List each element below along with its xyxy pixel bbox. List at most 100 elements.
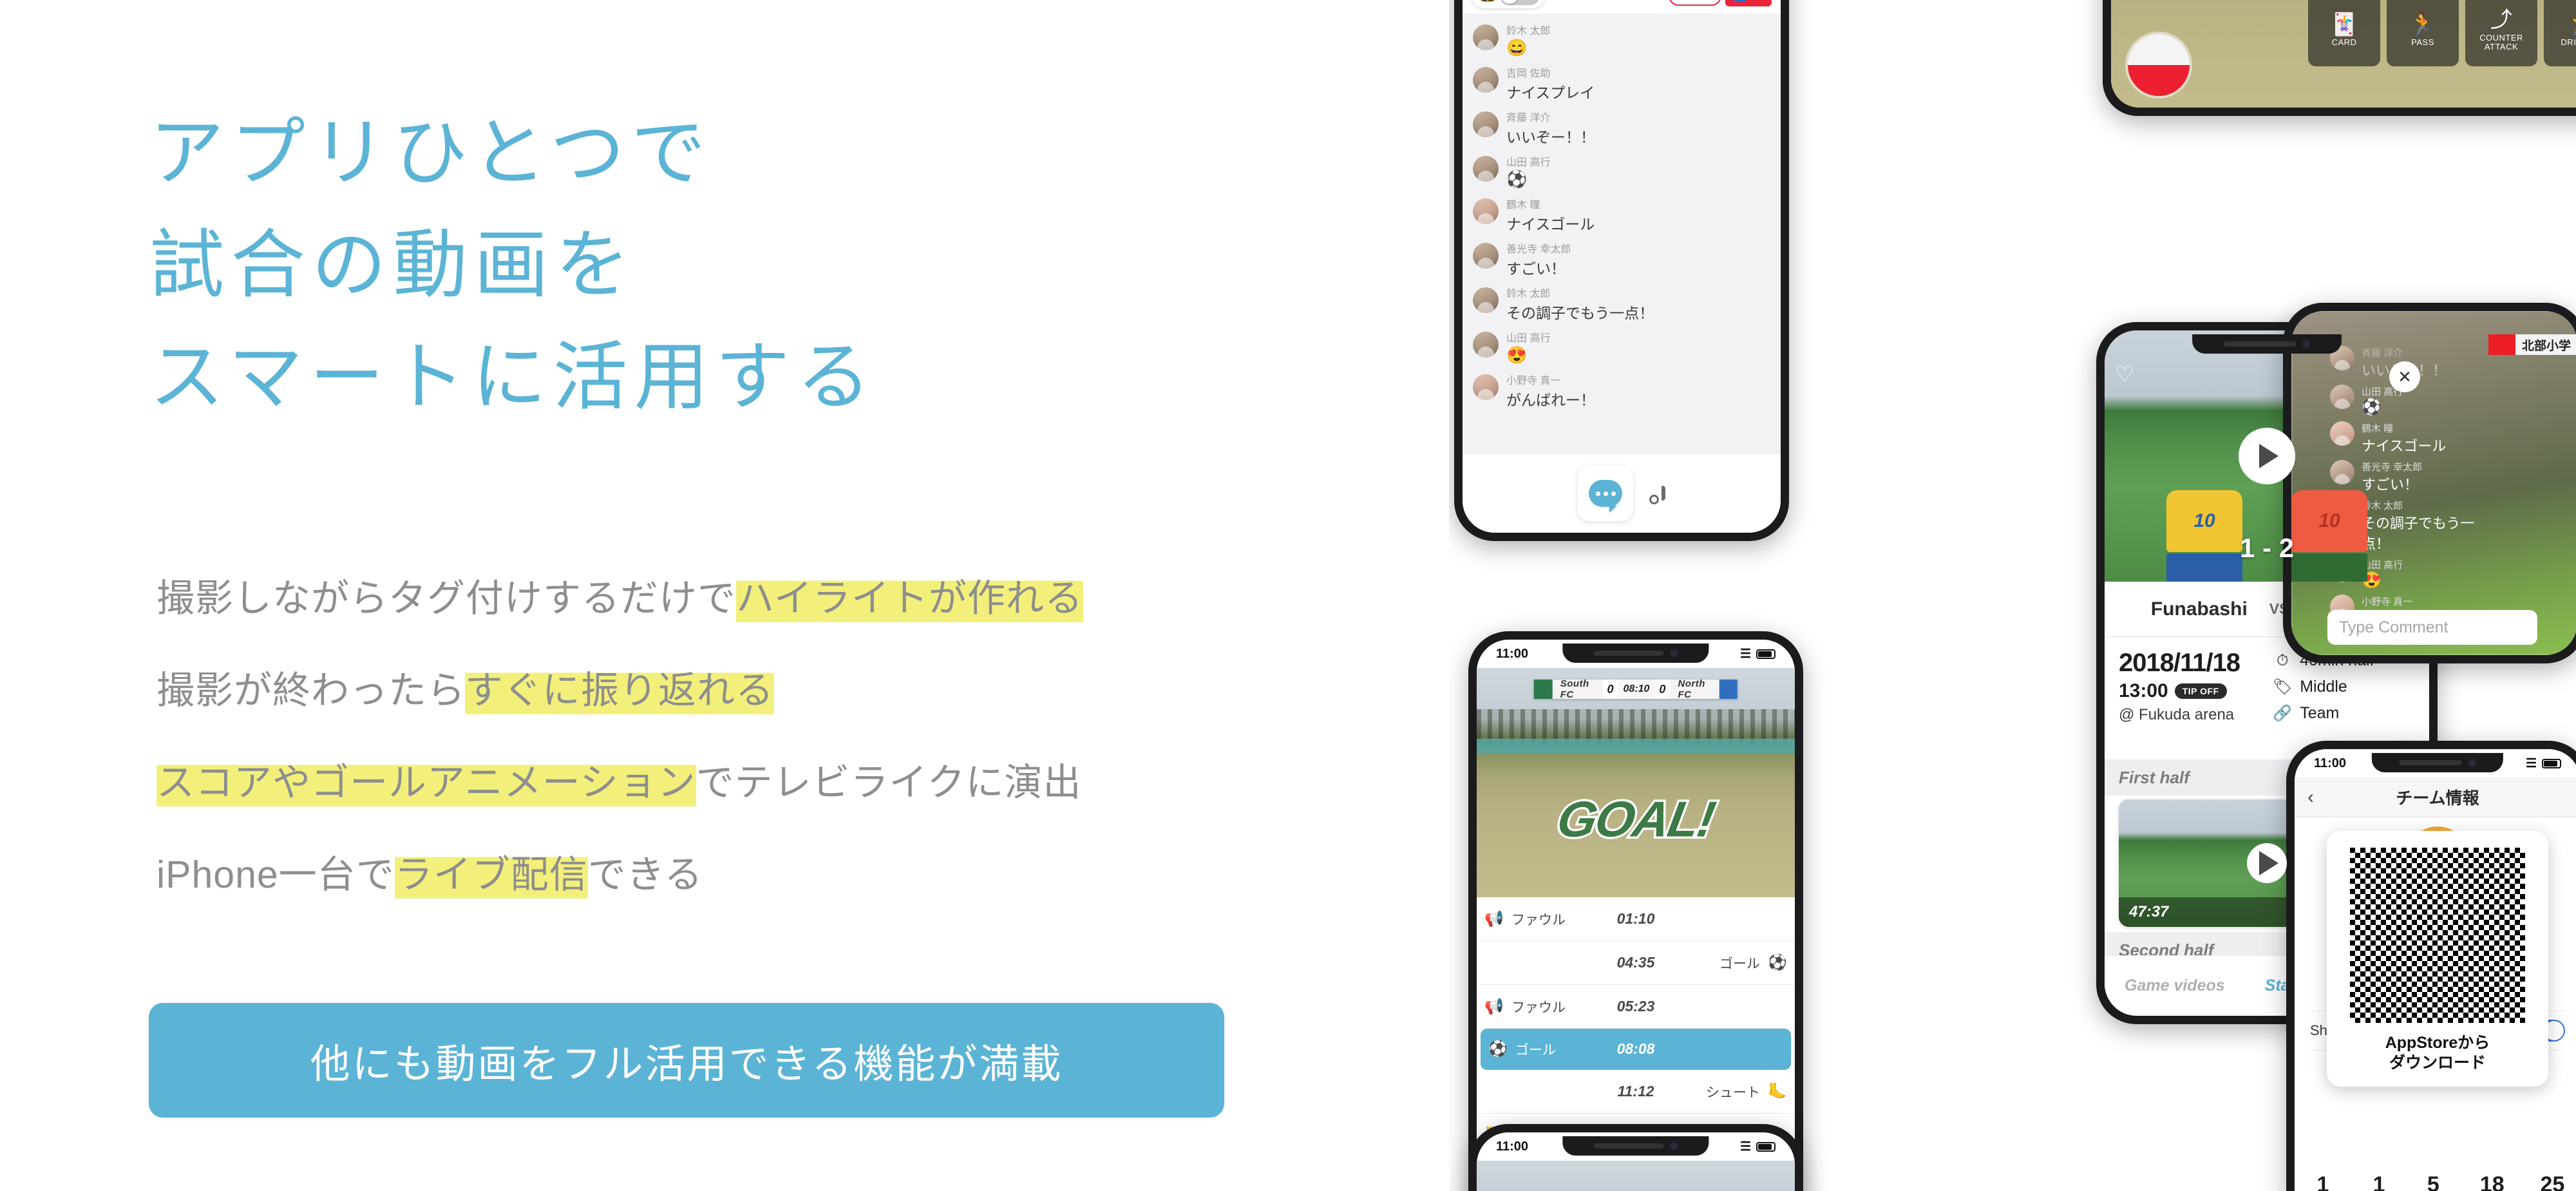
event-label: ファウル [1511, 912, 1566, 928]
event-label: ゴール [1515, 1042, 1556, 1058]
notification-toggle[interactable]: 🔔 [1472, 0, 1546, 8]
feature-highlight: スコアやゴールアニメーション [156, 761, 696, 806]
record-button[interactable] [2125, 32, 2192, 99]
qr-code-icon [2350, 848, 2525, 1023]
match-visibility-row: 🔗 Team [2273, 704, 2415, 723]
match-visibility: Team [2300, 704, 2340, 722]
list-item: 吉岡 佐助 ナイスプレイ [1463, 61, 1781, 106]
list-item: 善光寺 幸太郎 すごい！ [2330, 460, 2480, 494]
nav-title: チーム情報 [2396, 788, 2479, 808]
table-row[interactable]: 📢 ファウル 05:23 [1477, 985, 1795, 1029]
battery-icon [1756, 1141, 1776, 1152]
stat-value: 1 [2372, 1172, 2385, 1191]
feature-highlight: ハイライトが作れる [736, 577, 1083, 622]
avatar [1473, 67, 1499, 93]
team-color-swatch [2488, 334, 2515, 355]
comment-author: 山田 高行 [2362, 560, 2403, 571]
tab-chat[interactable] [1578, 466, 1633, 521]
table-row[interactable]: 📢 ファウル 01:10 [1477, 897, 1795, 941]
feature-item: スコアやゴールアニメーションでテレビライクに演出 [156, 761, 1348, 856]
feature-pre: iPhone一台で [156, 853, 395, 896]
feature-list: 撮影しながらタグ付けするだけでハイライトが作れる 撮影が終わったらすぐに振り返れ… [156, 577, 1348, 948]
close-icon[interactable]: ✕ [2389, 361, 2420, 392]
avatar [1473, 198, 1499, 224]
chat-text: その調子でもう一点！ [1506, 305, 1654, 321]
list-item: 善光寺 幸太郎 すごい！ [1463, 237, 1781, 281]
team-name-banner: 北部小学 [2488, 334, 2576, 355]
more-features-cta-button[interactable]: 他にも動画をフル活用できる機能が満載 [149, 1003, 1224, 1118]
headline-line-2: 試合の動画を [149, 223, 636, 307]
chat-author: 山田 高行 [1506, 333, 1551, 344]
phone-mockup-timeline: 11:00 ☰ South FC 0 08:10 0 North FC GOAL… [1468, 631, 1803, 1191]
tag-button-dribble[interactable]: 🏃 DRIBBLE [2544, 0, 2576, 66]
list-item: 山田 高行 ⚽ [1463, 150, 1781, 193]
timeline-video-area[interactable]: South FC 0 08:10 0 North FC GOAL! [1477, 668, 1795, 897]
feature-item: 撮影しながらタグ付けするだけでハイライトが作れる [156, 577, 1348, 672]
avatar [1473, 332, 1499, 357]
home-team-kit: 10 ○10 [2166, 490, 2242, 582]
avatar [1473, 243, 1499, 269]
tag-button-card[interactable]: 🃏 CARD [2308, 0, 2380, 66]
battery-icon [2542, 758, 2561, 768]
avatar [2330, 385, 2354, 409]
feature-highlight: すぐに振り返れる [464, 669, 774, 714]
table-row[interactable]: 11:12 シュート 🦶 [1477, 1070, 1795, 1114]
chat-author: 吉岡 佐助 [1506, 68, 1551, 79]
tab-game-videos[interactable]: Game videos [2125, 977, 2225, 995]
counter-attack-icon: ⤴ [2490, 8, 2512, 33]
appstore-qr-card: AppStoreから ダウンロード [2327, 831, 2548, 1087]
tag-icon: 🏷 [2273, 678, 2293, 696]
scoreboard-home-team: South FC [1552, 678, 1603, 700]
feature-pre: 撮影が終わったら [156, 669, 465, 712]
feature-item: iPhone一台でライブ配信できる [156, 853, 1348, 948]
live-label: LIVE [1676, 0, 1702, 3]
tag-label: COUNTER ATTACK [2479, 33, 2523, 52]
status-time: 11:00 [2314, 756, 2347, 770]
shoot-icon: 🦶 [1768, 1083, 1787, 1100]
away-shirt-number: 10 [2318, 510, 2340, 531]
list-item: 小野寺 真一 がんばれー！ [1463, 368, 1781, 413]
chat-text: 😍 [1506, 345, 1528, 365]
tag-button-pass[interactable]: 🏃 PASS [2387, 0, 2459, 66]
heart-icon[interactable]: ♡ [2115, 361, 2134, 387]
share-icon: 🔗 [2273, 705, 2293, 722]
tag-button-grid[interactable]: ⚽ GOAL 🦵 SHOOT 🔃 SUBSTITUTION 👍 GOOD 👎 [2308, 0, 2576, 66]
event-label: ファウル [1511, 1000, 1566, 1015]
stat-value: 18 [2479, 1172, 2505, 1191]
tag-button-counter-attack[interactable]: ⤴ COUNTER ATTACK [2465, 0, 2537, 66]
comment-text: すごい！ [2362, 477, 2419, 493]
match-category-row: 🏷 Middle [2273, 678, 2415, 696]
list-item: 鶴木 瞳 ナイスゴール [2330, 421, 2480, 455]
comment-input-placeholder: Type Comment [2339, 618, 2448, 636]
play-icon[interactable] [2247, 843, 2287, 883]
stat-editer: 5 Editer [2419, 1172, 2447, 1191]
section-title: First half [2119, 767, 2190, 787]
tag-label: PASS [2411, 37, 2434, 48]
list-item: 鶴木 瞳 ナイスゴール [1463, 193, 1781, 237]
team-stats-row: 1 Owner 1 Admin 5 Editer 18 Member [2295, 1172, 2576, 1191]
bell-icon: 🔔 [1479, 0, 1496, 3]
phone-mockup-team-info: 11:00 ☰ ‹ チーム情報 Sh 1 1 5 18 25 AppStoreか… [2286, 741, 2576, 1191]
match-score: 1 - 2 [2239, 533, 2295, 563]
cta-label: 他にも動画をフル活用できる機能が満載 [310, 1042, 1063, 1087]
stat-value: 1 [2316, 1172, 2329, 1191]
toggle-switch[interactable] [1500, 0, 1540, 5]
chat-author: 斉藤 洋介 [1506, 113, 1551, 124]
play-icon[interactable] [2239, 428, 2295, 484]
chat-text: がんばれー！ [1506, 392, 1595, 408]
tab-tags[interactable] [1662, 486, 1665, 500]
chevron-left-icon[interactable]: ‹ [2307, 786, 2314, 808]
table-row-selected[interactable]: ⚽ ゴール 08:08 [1481, 1029, 1791, 1070]
phone-mockup-bottom-partial: 11:00 ☰ [1468, 1124, 1803, 1191]
phone-mockup-camera-tagging: 1.0x 1.0x 1.5x 3.0x ✓ ⚽ GOAL 🦵 SHOOT 🔃 S… [2103, 0, 2576, 116]
home-shirt-number: 10 [2193, 510, 2215, 531]
phone-mockup-live-comments: 北部小学 斉藤 洋介 いいぞー！！ 山田 高行 ⚽ [2283, 303, 2576, 663]
qr-caption: AppStoreから ダウンロード [2385, 1033, 2490, 1074]
comment-input[interactable]: Type Comment [2327, 610, 2537, 645]
tag-icon [1662, 486, 1665, 500]
chat-message-list[interactable]: 鈴木 太郎 😄 吉岡 佐助 ナイスプレイ 斉藤 洋介 いいぞー！！ 山田 高行 … [1463, 14, 1781, 454]
headline-line-3: スマートに活用する [149, 335, 878, 419]
comment-author: 斉藤 洋介 [2362, 348, 2403, 359]
table-row[interactable]: 04:35 ゴール ⚽ [1477, 941, 1795, 985]
chat-author: 鈴木 太郎 [1506, 289, 1551, 300]
